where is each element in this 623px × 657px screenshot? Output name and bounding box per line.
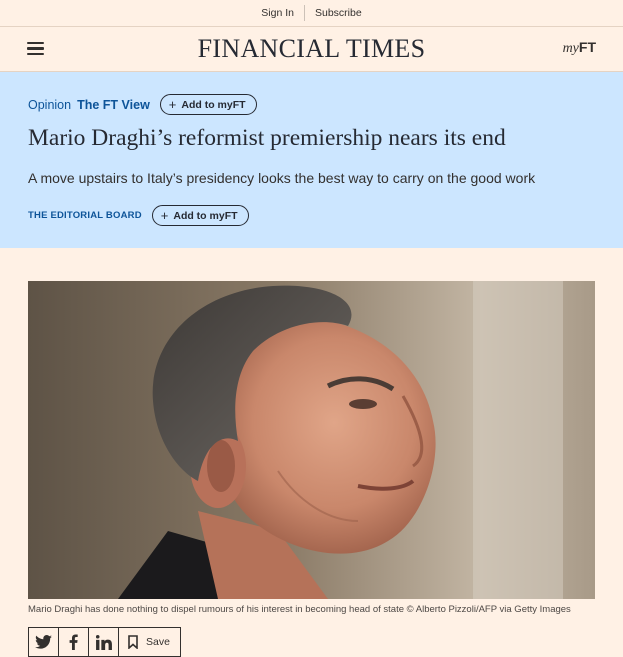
share-facebook-button[interactable] xyxy=(58,627,89,657)
byline: THE EDITORIAL BOARD + Add to myFT xyxy=(28,205,249,226)
article-tags: Opinion The FT View + Add to myFT xyxy=(28,94,257,115)
myft-ft-text: FT xyxy=(578,39,596,55)
author-add-to-myft-button[interactable]: + Add to myFT xyxy=(151,205,249,226)
myft-my-text: my xyxy=(562,41,579,56)
add-to-myft-label: Add to myFT xyxy=(173,209,238,222)
save-article-button[interactable]: Save xyxy=(118,627,181,657)
twitter-icon xyxy=(35,635,52,649)
share-twitter-button[interactable] xyxy=(28,627,59,657)
author-link[interactable]: THE EDITORIAL BOARD xyxy=(28,210,142,221)
hamburger-menu-icon[interactable] xyxy=(27,42,44,56)
ft-logo[interactable]: FINANCIAL TIMES xyxy=(198,34,426,64)
share-linkedin-button[interactable] xyxy=(88,627,119,657)
series-link-ft-view[interactable]: The FT View xyxy=(77,98,150,112)
add-to-myft-label: Add to myFT xyxy=(181,98,246,111)
article-headline: Mario Draghi’s reformist premiership nea… xyxy=(28,125,506,151)
save-label: Save xyxy=(146,636,170,648)
sign-in-link[interactable]: Sign In xyxy=(251,7,304,19)
section-link-opinion[interactable]: Opinion xyxy=(28,98,71,112)
article-hero: Opinion The FT View + Add to myFT Mario … xyxy=(0,72,623,248)
myft-link[interactable]: myFT xyxy=(563,39,596,57)
top-utility-bar: Sign In Subscribe xyxy=(0,0,623,27)
subscribe-link[interactable]: Subscribe xyxy=(305,7,372,19)
plus-icon: + xyxy=(160,208,169,223)
plus-icon: + xyxy=(168,97,177,112)
linkedin-icon xyxy=(95,634,112,650)
add-to-myft-button[interactable]: + Add to myFT xyxy=(159,94,257,115)
site-header: FINANCIAL TIMES myFT xyxy=(0,27,623,72)
share-toolbar: Save xyxy=(28,627,181,657)
article-standfirst: A move upstairs to Italy’s presidency lo… xyxy=(28,170,536,186)
facebook-icon xyxy=(69,634,78,650)
image-caption: Mario Draghi has done nothing to dispel … xyxy=(28,604,571,615)
article-main-image xyxy=(28,281,595,599)
bookmark-icon xyxy=(128,635,138,649)
